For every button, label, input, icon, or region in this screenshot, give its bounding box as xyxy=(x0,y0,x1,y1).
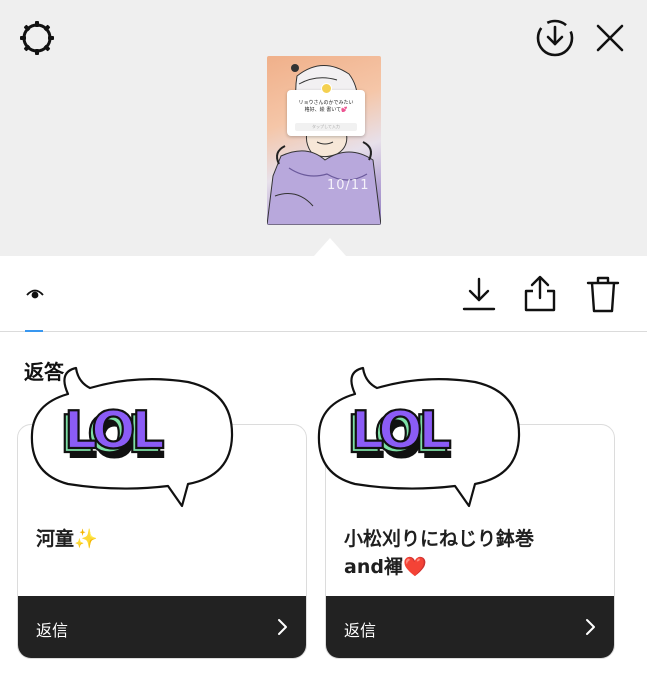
lol-sticker: LOL LOL LOL xyxy=(317,366,521,508)
share-button[interactable] xyxy=(522,274,558,314)
question-reply-hint: タップして入力 xyxy=(295,123,357,131)
download-button[interactable] xyxy=(461,274,497,314)
reply-button[interactable]: 返信 xyxy=(326,596,614,658)
avatar xyxy=(321,83,332,94)
story-date-text: 10/11 xyxy=(327,178,370,193)
story-preview-area: リョウさんのかでみたい 格好、絵 書いて💕 タップして入力 10/11 xyxy=(0,0,647,256)
close-icon xyxy=(596,24,624,52)
question-text: リョウさんのかでみたい 格好、絵 書いて💕 xyxy=(298,100,354,113)
download-circle-icon xyxy=(536,19,574,57)
manga-illustration xyxy=(267,64,381,225)
eye-icon xyxy=(26,289,44,299)
delete-button[interactable] xyxy=(585,274,621,314)
lol-sticker-text: LOL xyxy=(351,401,450,461)
lol-sticker: LOL LOL LOL xyxy=(30,366,234,508)
reply-button-label: 返信 xyxy=(344,621,377,640)
story-toolbar xyxy=(0,256,647,332)
active-tab-indicator xyxy=(25,330,43,332)
chevron-right-icon xyxy=(278,619,287,635)
gear-icon xyxy=(20,21,54,55)
reply-answer-text: 河童✨ xyxy=(36,528,98,550)
lol-sticker-text: LOL xyxy=(64,401,163,461)
question-sticker: リョウさんのかでみたい 格好、絵 書いて💕 タップして入力 xyxy=(287,83,365,136)
reply-answer-text: 小松刈りにねじり鉢巻 and褌❤️ xyxy=(344,528,535,578)
story-thumbnail[interactable]: リョウさんのかでみたい 格好、絵 書いて💕 タップして入力 10/11 xyxy=(267,56,381,225)
close-button[interactable] xyxy=(592,20,628,56)
viewers-tab[interactable] xyxy=(26,286,44,300)
download-icon xyxy=(462,277,496,311)
chevron-right-icon xyxy=(586,619,595,635)
selection-pointer xyxy=(314,238,346,256)
reply-button[interactable]: 返信 xyxy=(18,596,306,658)
save-story-button[interactable] xyxy=(533,16,577,60)
share-icon xyxy=(524,275,556,312)
trash-icon xyxy=(586,276,620,313)
settings-button[interactable] xyxy=(17,18,57,58)
reply-button-label: 返信 xyxy=(36,621,69,640)
